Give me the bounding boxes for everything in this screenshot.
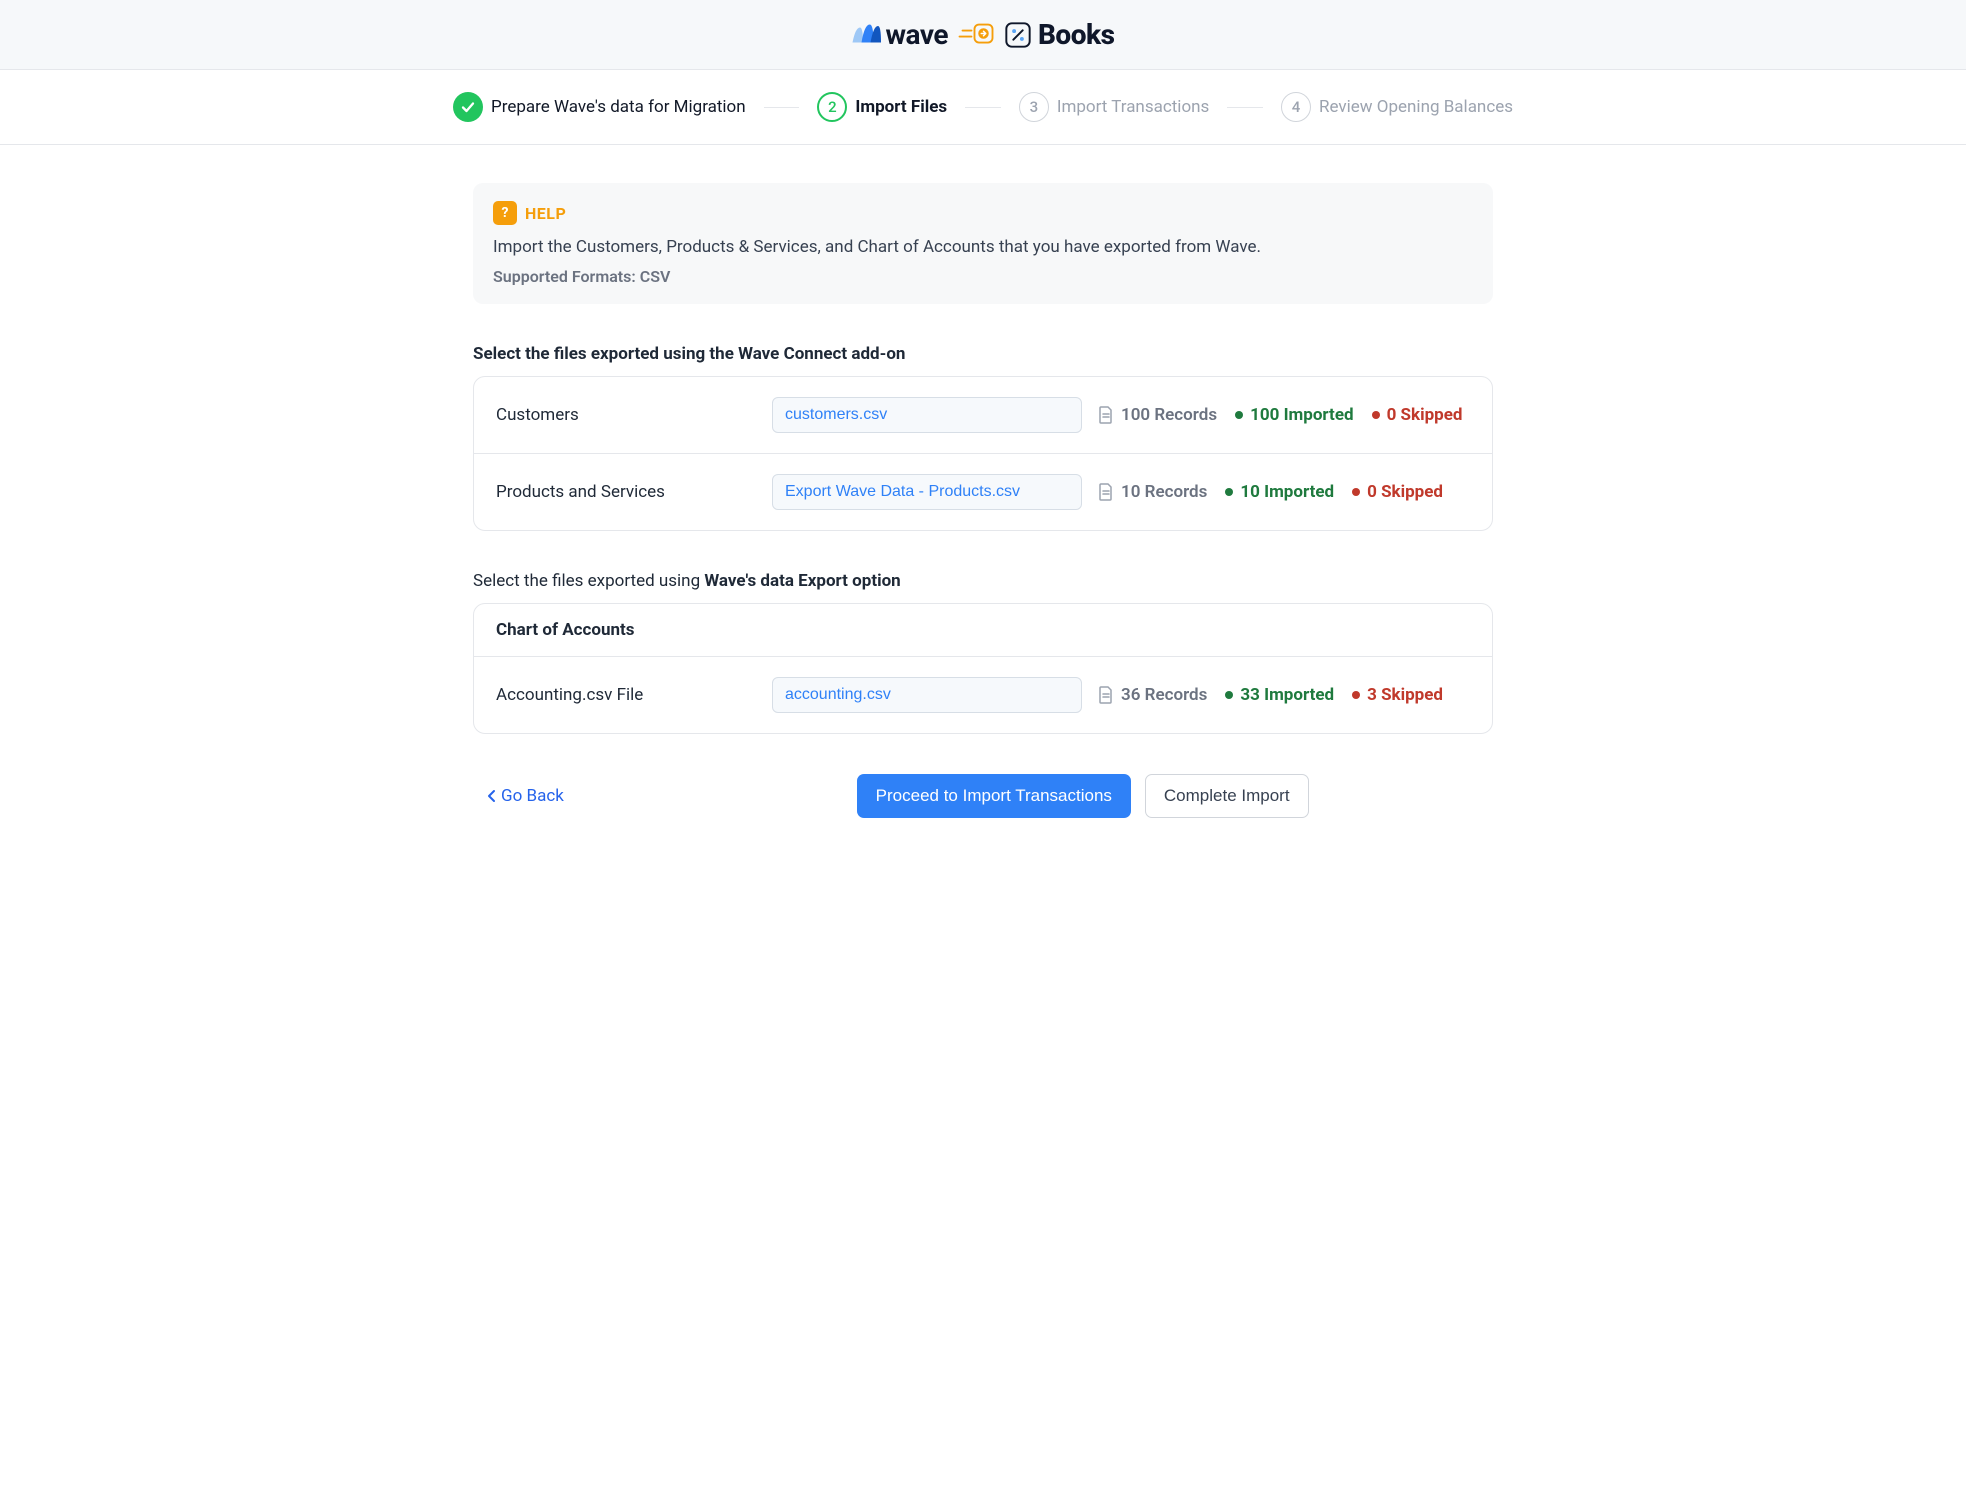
file-picker-products[interactable]: Export Wave Data - Products.csv [772, 474, 1082, 510]
row-label: Customers [496, 405, 756, 425]
step-separator [965, 107, 1001, 108]
imported-text: 33 Imported [1240, 685, 1334, 705]
file-picker-customers[interactable]: customers.csv [772, 397, 1082, 433]
imported-text: 10 Imported [1240, 482, 1334, 502]
help-box: ? HELP Import the Customers, Products & … [473, 183, 1493, 304]
stats: 100 Records 100 Imported 0 Skipped [1098, 405, 1470, 425]
imported-stat: 10 Imported [1225, 482, 1334, 502]
check-circle-icon [453, 92, 483, 122]
document-icon [1098, 406, 1114, 424]
dot-icon [1225, 691, 1233, 699]
section-1-title: Select the files exported using the Wave… [473, 344, 1493, 364]
panel-2-header: Chart of Accounts [474, 604, 1492, 657]
skipped-text: 0 Skipped [1367, 482, 1443, 502]
file-row-accounting: Accounting.csv File accounting.csv 36 Re… [474, 657, 1492, 733]
file-picker-accounting[interactable]: accounting.csv [772, 677, 1082, 713]
section-2-prefix: Select the files exported using [473, 571, 704, 591]
help-icon: ? [493, 201, 517, 225]
skipped-text: 0 Skipped [1387, 405, 1463, 425]
migrate-arrow-icon [958, 21, 994, 49]
file-row-products: Products and Services Export Wave Data -… [474, 453, 1492, 530]
books-icon [1004, 21, 1032, 49]
imported-text: 100 Imported [1250, 405, 1354, 425]
go-back-text: Go Back [501, 786, 564, 806]
help-supported-formats: Supported Formats: CSV [493, 267, 1473, 286]
footer-actions: Go Back Proceed to Import Transactions C… [473, 774, 1493, 818]
row-label: Accounting.csv File [496, 685, 756, 705]
wave-logo: wave [851, 18, 947, 51]
section-2-title: Select the files exported using Wave's d… [473, 571, 1493, 591]
step-label: Import Transactions [1057, 97, 1209, 117]
wave-text: wave [885, 18, 947, 51]
stats: 10 Records 10 Imported 0 Skipped [1098, 482, 1470, 502]
skipped-stat: 0 Skipped [1372, 405, 1463, 425]
document-icon [1098, 686, 1114, 704]
records-text: 100 Records [1121, 405, 1217, 425]
files-panel-2: Chart of Accounts Accounting.csv File ac… [473, 603, 1493, 734]
books-text: Books [1038, 18, 1115, 51]
books-logo: Books [1004, 18, 1115, 51]
step-separator [1227, 107, 1263, 108]
wave-icon [851, 22, 881, 48]
step-4-review-balances: 4 Review Opening Balances [1281, 92, 1513, 122]
step-label: Prepare Wave's data for Migration [491, 97, 746, 117]
proceed-button[interactable]: Proceed to Import Transactions [857, 774, 1131, 818]
records-stat: 100 Records [1098, 405, 1217, 425]
step-separator [764, 107, 800, 108]
step-label: Import Files [855, 97, 947, 117]
dot-icon [1372, 411, 1380, 419]
files-panel-1: Customers customers.csv 100 Records 100 … [473, 376, 1493, 531]
skipped-text: 3 Skipped [1367, 685, 1443, 705]
dot-icon [1225, 488, 1233, 496]
help-title: HELP [525, 204, 566, 223]
chevron-left-icon [487, 789, 497, 803]
step-3-import-transactions: 3 Import Transactions [1019, 92, 1209, 122]
dot-icon [1235, 411, 1243, 419]
records-stat: 10 Records [1098, 482, 1207, 502]
steps-bar: Prepare Wave's data for Migration 2 Impo… [0, 70, 1966, 145]
main-content: ? HELP Import the Customers, Products & … [463, 145, 1503, 858]
step-number: 2 [817, 92, 847, 122]
row-label: Products and Services [496, 482, 756, 502]
step-number: 4 [1281, 92, 1311, 122]
step-2-import-files: 2 Import Files [817, 92, 947, 122]
topbar: wave Books [0, 0, 1966, 70]
help-text: Import the Customers, Products & Service… [493, 237, 1473, 257]
step-number: 3 [1019, 92, 1049, 122]
stats: 36 Records 33 Imported 3 Skipped [1098, 685, 1470, 705]
records-text: 10 Records [1121, 482, 1207, 502]
step-label: Review Opening Balances [1319, 97, 1513, 117]
skipped-stat: 3 Skipped [1352, 685, 1443, 705]
imported-stat: 33 Imported [1225, 685, 1334, 705]
go-back-link[interactable]: Go Back [487, 786, 564, 806]
file-row-customers: Customers customers.csv 100 Records 100 … [474, 377, 1492, 453]
records-text: 36 Records [1121, 685, 1207, 705]
step-1-prepare: Prepare Wave's data for Migration [453, 92, 746, 122]
section-2-bold: Wave's data Export option [704, 571, 900, 591]
brand-block: wave Books [851, 18, 1114, 51]
records-stat: 36 Records [1098, 685, 1207, 705]
dot-icon [1352, 691, 1360, 699]
complete-import-button[interactable]: Complete Import [1145, 774, 1309, 818]
imported-stat: 100 Imported [1235, 405, 1354, 425]
dot-icon [1352, 488, 1360, 496]
skipped-stat: 0 Skipped [1352, 482, 1443, 502]
document-icon [1098, 483, 1114, 501]
